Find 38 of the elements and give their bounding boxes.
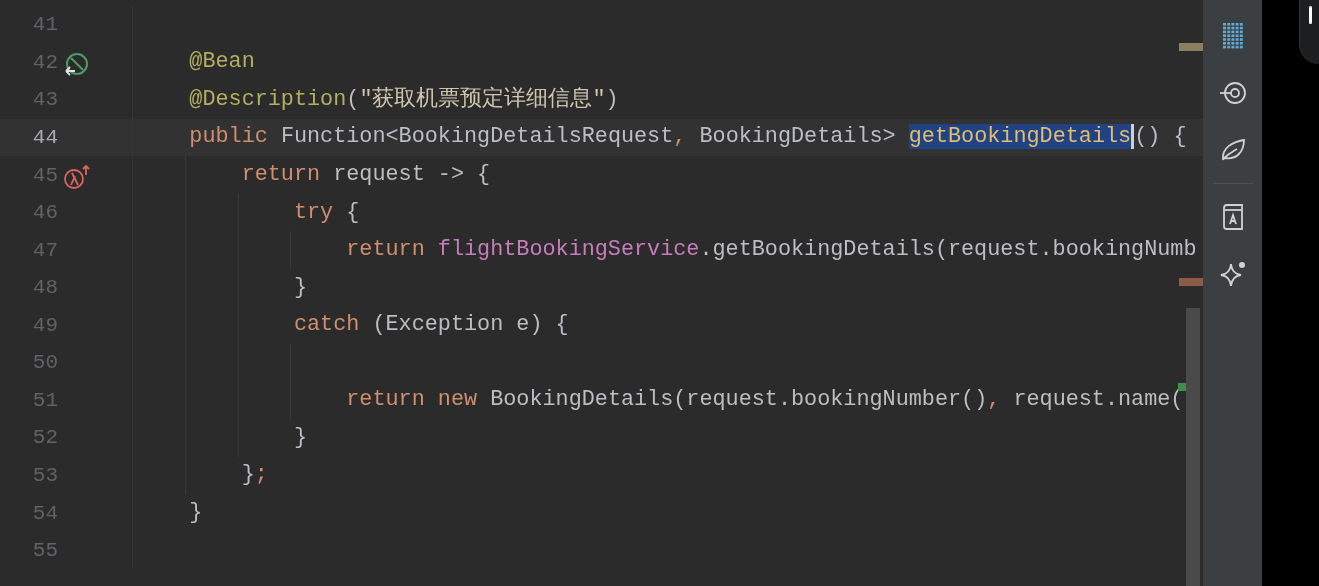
bean-icon[interactable] [62,51,90,78]
line-number: 50 [31,352,58,374]
code-line: } [293,274,308,301]
scroll-marker[interactable] [1179,43,1203,52]
code-line: } [189,500,203,527]
line-number: 54 [31,502,58,524]
code-line: }; [241,462,268,489]
code-line: return new BookingDetails(request.bookingNumber(), request.name( [346,387,1184,414]
edge-handle [1299,0,1319,64]
code-line: public Function<BookingDetailsRequest, BookingDetails> getBookingDetails() { [189,124,1187,151]
line-number: 41 [31,14,58,36]
code-line: @Description("获取机票预定详细信息") [189,86,619,113]
code-line: return request -> { [241,161,491,189]
leaf-icon [1219,138,1246,162]
code-line: } [293,424,308,452]
line-number: 55 [31,540,58,562]
line-number: 49 [31,314,58,336]
lambda-icon[interactable] [62,164,92,191]
line-number: 47 [31,239,58,261]
line-number: 44 [31,126,58,148]
binary-grid-icon [1221,22,1244,50]
line-number: 52 [31,427,58,449]
line-number: 46 [31,202,58,224]
code-line: @Bean [189,49,255,76]
book-icon [1220,203,1245,231]
line-number: 45 [31,164,58,186]
target-icon [1218,81,1247,105]
code-line: try { [293,199,360,226]
scroll-marker[interactable] [1179,278,1203,287]
line-number: 42 [31,51,58,73]
line-number: 53 [31,465,58,487]
line-number: 43 [31,89,58,111]
sparkle-icon [1218,260,1247,288]
line-number: 48 [31,277,58,299]
code-line: catch (Exception e) { [293,312,569,339]
line-number: 51 [31,389,58,411]
code-line: return flightBookingService.getBookingDetails(request.bookingNumb [346,237,1197,264]
scrollbar-thumb[interactable] [1186,308,1200,586]
